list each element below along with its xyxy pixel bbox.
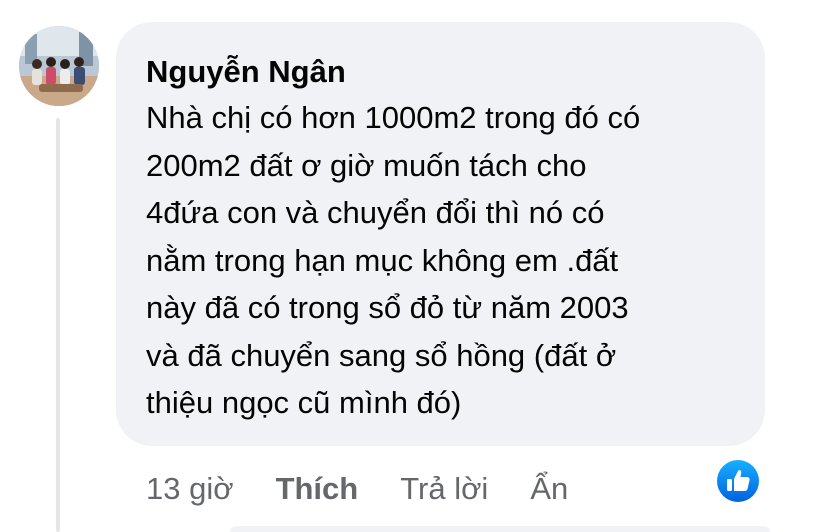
comment-author[interactable]: Nguyễn Ngân [146, 50, 735, 94]
comment-bubble: Nguyễn Ngân Nhà chị có hơn 1000m2 trong … [116, 22, 765, 446]
next-comment-bubble-edge [230, 526, 770, 532]
comment-actions: 13 giờ Thích Trả lời Ẩn [146, 466, 568, 512]
reaction-badge[interactable] [715, 458, 761, 504]
like-button[interactable]: Thích [276, 471, 359, 507]
comment-timestamp[interactable]: 13 giờ [146, 471, 234, 507]
thread-line [56, 118, 60, 532]
reply-button[interactable]: Trả lời [400, 471, 488, 507]
thumbs-up-icon [717, 460, 759, 502]
avatar-photo [19, 26, 99, 106]
avatar[interactable] [19, 26, 99, 106]
hide-button[interactable]: Ẩn [530, 471, 568, 507]
comment-text: Nhà chị có hơn 1000m2 trong đó có 200m2 … [146, 100, 641, 420]
